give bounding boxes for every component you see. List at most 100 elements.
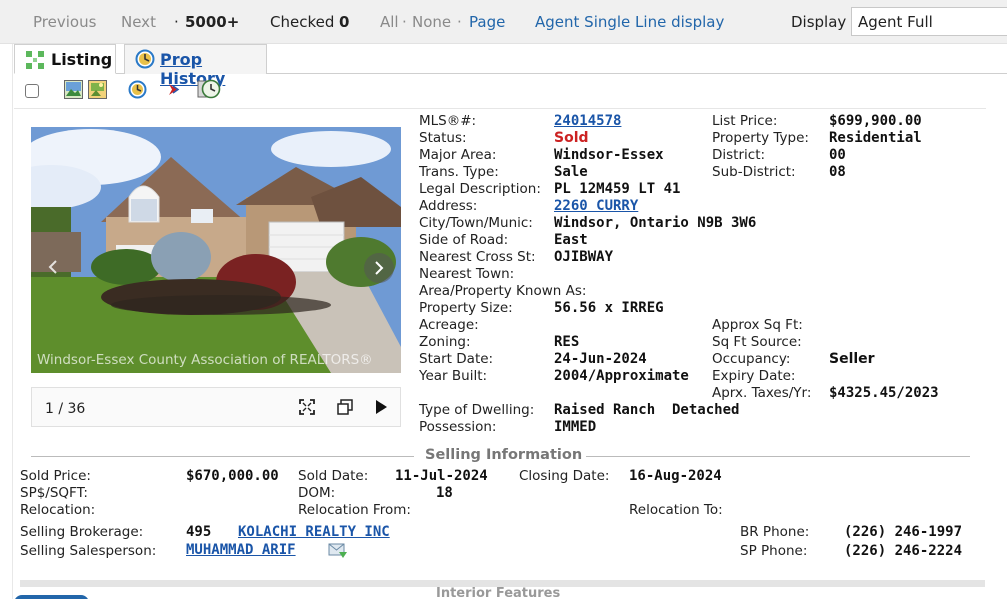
photo-next-arrow-icon[interactable] [363,252,395,284]
next-section-heading: Interior Features [436,586,561,599]
sp-sqft-label: SP$/SQFT: [20,485,88,501]
gallery-view-icon[interactable] [337,399,353,415]
expand-arrows-icon [26,51,44,69]
year-built-label: Year Built: [419,368,488,384]
listing-photo[interactable]: Windsor-Essex County Association of REAL… [31,127,401,373]
selling-salesperson-label: Selling Salesperson: [20,543,157,559]
page-left-border [12,0,13,599]
checked-count: 0 [339,13,350,31]
trans-type-value: Sale [554,164,588,180]
photo-counter: 1 / 36 [45,401,86,417]
play-slideshow-icon[interactable] [374,399,388,415]
property-type-value: Residential [829,130,922,146]
start-date-value: 24-Jun-2024 [554,351,647,367]
photo-prev-arrow-icon[interactable] [41,255,65,279]
next-link[interactable]: Next [121,13,156,31]
start-date-label: Start Date: [419,351,494,367]
fullscreen-icon[interactable] [298,398,316,416]
tab-listing[interactable]: Listing [14,44,116,74]
single-line-display-link[interactable]: Agent Single Line display [535,13,724,31]
brokerage-code: 495 [186,524,212,540]
photo-watermark: Windsor-Essex County Association of REAL… [37,352,373,368]
relocation-label: Relocation: [20,502,96,518]
display-label: Display [791,13,847,31]
legal-description-value: PL 12M459 LT 41 [554,181,681,197]
trans-type-label: Trans. Type: [419,164,499,180]
address-link[interactable]: 2260 CURRY [554,198,638,214]
sp-phone-label: SP Phone: [740,543,808,559]
side-of-road-value: East [554,232,588,248]
property-size-value: 56.56 x IRREG [554,300,664,316]
relocation-to-label: Relocation To: [629,502,723,518]
photo-gallery-icon[interactable] [64,80,83,99]
send-arrow-icon[interactable] [166,80,185,99]
relocation-from-label: Relocation From: [298,502,411,518]
bottom-action-button[interactable] [14,595,89,599]
possession-value: IMMED [554,419,597,435]
house-photo-image [31,127,401,373]
zoning-value: RES [554,334,580,350]
zoning-label: Zoning: [419,334,471,350]
acreage-label: Acreage: [419,317,479,333]
select-all-link[interactable]: All [380,13,399,31]
major-area-label: Major Area: [419,147,497,163]
brokerage-link[interactable]: KOLACHI REALTY INC [238,524,390,540]
photo-controls-bar [31,387,401,427]
sold-price-value: $670,000.00 [186,468,279,484]
virtual-tour-icon[interactable] [88,80,107,99]
year-built-value: 2004/Approximate [554,368,689,384]
dom-value: 18 [436,485,453,501]
approx-sqft-label: Approx Sq Ft: [712,317,803,333]
clock-history-icon [135,49,155,69]
dom-label: DOM: [298,485,336,501]
district-value: 00 [829,147,846,163]
select-page-link[interactable]: Page [469,13,505,31]
occupancy-value: Seller [829,351,875,367]
major-area-value: Windsor-Essex [554,147,664,163]
property-type-label: Property Type: [712,130,809,146]
display-select[interactable]: Agent Full [851,7,1007,36]
mls-label: MLS®#: [419,113,477,129]
sub-district-value: 08 [829,164,846,180]
br-phone-label: BR Phone: [740,524,810,540]
known-as-label: Area/Property Known As: [419,283,587,299]
dwelling-type-value: Raised Ranch Detached [554,402,740,418]
closing-date-label: Closing Date: [519,468,610,484]
result-count: 5000+ [185,13,240,31]
list-price-value: $699,900.00 [829,113,922,129]
tab-prop-history[interactable]: Prop History [124,44,267,88]
property-size-label: Property Size: [419,300,513,316]
selling-rule-left [31,456,414,457]
nearest-town-label: Nearest Town: [419,266,515,282]
closing-date-value: 16-Aug-2024 [629,468,722,484]
sub-district-label: Sub-District: [712,164,796,180]
previous-link[interactable]: Previous [33,13,96,31]
mls-number-link[interactable]: 24014578 [554,113,621,129]
schedule-clock-icon[interactable] [197,78,221,100]
nav-sep: · [457,13,462,31]
occupancy-label: Occupancy: [712,351,791,367]
count-separator: · [174,13,179,31]
legal-description-label: Legal Description: [419,181,541,197]
status-label: Status: [419,130,467,146]
select-listing-checkbox[interactable] [25,84,39,98]
toolbar-divider [14,108,986,109]
select-none-link[interactable]: None [412,13,451,31]
selling-rule-right [586,456,970,457]
side-of-road-label: Side of Road: [419,232,509,248]
nearest-cross-value: OJIBWAY [554,249,614,265]
city-value: Windsor, Ontario N9B 3W6 [554,215,757,231]
sold-date-value: 11-Jul-2024 [395,468,488,484]
nearest-cross-label: Nearest Cross St: [419,249,536,265]
email-icon[interactable] [328,542,348,559]
history-clock-icon[interactable] [128,80,147,99]
sold-price-label: Sold Price: [20,468,91,484]
address-label: Address: [419,198,478,214]
nav-sep: · [402,13,407,31]
status-value: Sold [554,130,589,146]
selling-brokerage-label: Selling Brokerage: [20,524,144,540]
br-phone-value: (226) 246-1997 [844,524,963,540]
salesperson-link[interactable]: MUHAMMAD ARIF [186,542,296,558]
dwelling-type-label: Type of Dwelling: [419,402,535,418]
selling-info-heading: Selling Information [425,447,583,463]
